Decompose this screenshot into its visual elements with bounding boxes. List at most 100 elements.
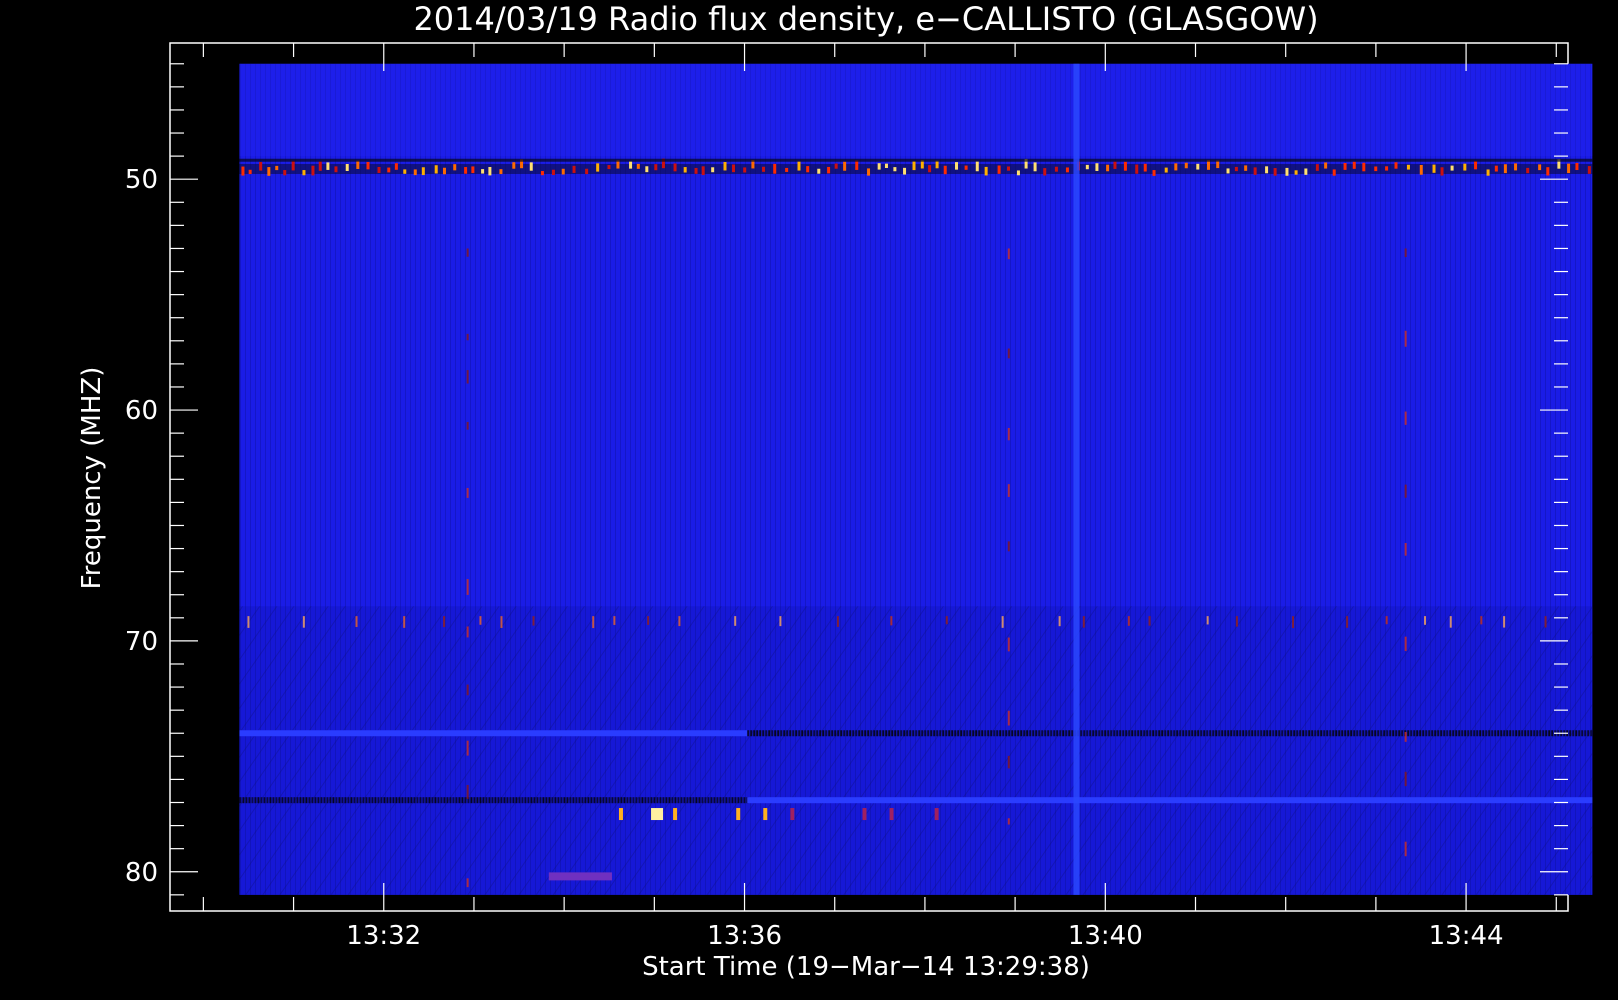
interference-pulse: [551, 169, 555, 176]
dark-band-segment: [936, 730, 939, 737]
interference-pulse: [241, 166, 245, 176]
vertical-spike-segment: [466, 740, 469, 756]
dark-band-segment: [539, 797, 542, 804]
dark-band-segment: [710, 797, 713, 804]
dark-band-segment: [1350, 730, 1353, 737]
interference-dot: [443, 616, 446, 628]
interference-pulse: [394, 163, 398, 170]
dark-band-segment: [1341, 730, 1344, 737]
dark-band-segment: [1116, 730, 1119, 737]
dark-band-segment: [509, 797, 512, 804]
dark-band-segment: [915, 730, 918, 737]
dark-band-segment: [1176, 730, 1179, 737]
dark-band-segment: [771, 730, 774, 737]
interference-pulse: [732, 164, 736, 173]
interference-pulse: [723, 162, 727, 171]
interference-pulse: [636, 163, 640, 169]
dark-band-segment: [488, 797, 491, 804]
dark-band-segment: [1362, 730, 1365, 737]
interference-dot: [1449, 616, 1452, 628]
interference-pulse: [481, 169, 485, 174]
dark-band-segment: [698, 797, 701, 804]
dark-band-segment: [1458, 730, 1461, 737]
dark-band-segment: [422, 797, 425, 804]
dark-band-segment: [695, 797, 698, 804]
dark-band-segment: [1572, 730, 1575, 737]
dark-band-segment: [1470, 730, 1473, 737]
dark-band-segment: [1059, 730, 1062, 737]
dark-band-segment: [1023, 730, 1026, 737]
interference-pulse: [434, 165, 438, 174]
dark-band-segment: [951, 730, 954, 737]
dark-band-segment: [1464, 730, 1467, 737]
interference-band-dark-base: [239, 163, 1593, 174]
y-tick-label-70: 70: [125, 627, 158, 657]
dark-band-segment: [1080, 730, 1083, 737]
interference-pulse: [334, 166, 338, 173]
interference-pulse: [464, 167, 468, 174]
interference-pulse: [785, 167, 789, 172]
interference-pulse: [654, 164, 658, 171]
dark-band-segment: [626, 797, 629, 804]
dark-band-segment: [1236, 730, 1239, 737]
dark-band-segment: [680, 797, 683, 804]
dark-band-segment: [1446, 730, 1449, 737]
interference-pulse: [1016, 170, 1020, 176]
dark-band-segment: [1479, 730, 1482, 737]
interference-pulse: [867, 168, 871, 176]
dark-band-segment: [801, 730, 804, 737]
interference-pulse: [1033, 162, 1037, 172]
dark-band-segment: [1218, 730, 1221, 737]
dark-band-segment: [1518, 730, 1521, 737]
dark-band-segment: [629, 797, 632, 804]
dark-band-segment: [257, 797, 260, 804]
dark-band-segment: [296, 797, 299, 804]
dark-band-segment: [443, 797, 446, 804]
dark-band-segment: [458, 797, 461, 804]
dark-band-segment: [1491, 730, 1494, 737]
dark-band-segment: [1086, 730, 1089, 737]
dark-band-segment: [1005, 730, 1008, 737]
dark-band-segment: [1311, 730, 1314, 737]
dark-band-segment: [831, 730, 834, 737]
y-tick-label-60: 60: [125, 396, 158, 426]
dark-band-segment: [545, 797, 548, 804]
interference-pulse: [762, 166, 766, 172]
dark-band-segment: [1257, 730, 1260, 737]
dark-band-segment: [912, 730, 915, 737]
interference-pulse: [572, 165, 576, 173]
vertical-spike-segment: [466, 579, 469, 595]
dark-band-segment: [1206, 730, 1209, 737]
dark-band-segment: [401, 797, 404, 804]
dark-band-segment: [1053, 730, 1056, 737]
dark-band-segment: [1476, 730, 1479, 737]
interference-pulse: [1273, 168, 1277, 176]
dark-band-segment: [500, 797, 503, 804]
dark-band-segment: [843, 730, 846, 737]
interference-pulse: [975, 161, 979, 172]
interference-pulse: [499, 169, 503, 175]
dark-band-segment: [473, 797, 476, 804]
dark-band-segment: [1134, 730, 1137, 737]
interference-pulse: [1043, 168, 1047, 176]
x-tick-label-1340: 13:40: [1068, 921, 1143, 951]
interference-dot: [1148, 616, 1151, 626]
dark-band-segment: [1407, 730, 1410, 737]
interference-dot: [1058, 616, 1061, 627]
interference-pulse: [453, 164, 457, 171]
dark-band-segment: [1029, 730, 1032, 737]
dark-band-segment: [476, 797, 479, 804]
interference-pulse: [1419, 164, 1423, 175]
dark-band-segment: [972, 730, 975, 737]
interference-pulse: [529, 162, 533, 171]
interference-pulse: [1123, 161, 1127, 171]
dark-band-segment: [1089, 730, 1092, 737]
dark-band-segment: [497, 797, 500, 804]
dark-band-segment: [1221, 730, 1224, 737]
dark-band-segment: [1578, 730, 1581, 737]
interference-pulse: [1343, 162, 1347, 170]
dark-band-segment: [1245, 730, 1248, 737]
dark-band-segment: [909, 730, 912, 737]
dark-band-segment: [1461, 730, 1464, 737]
interference-pulse: [1332, 169, 1336, 176]
